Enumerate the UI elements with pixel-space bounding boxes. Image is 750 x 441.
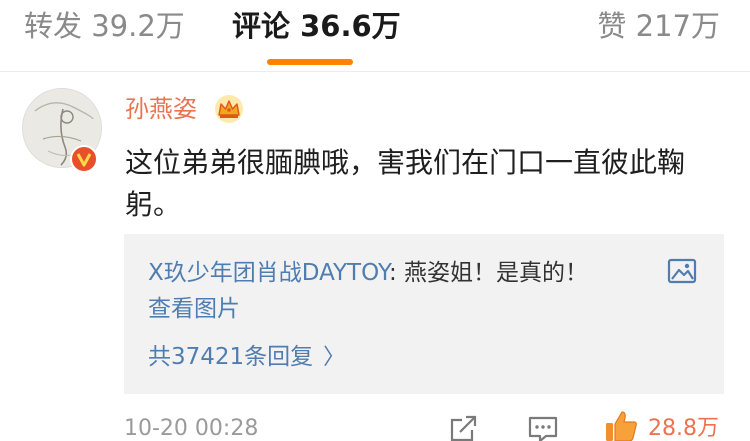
reply-content: : 燕姿姐！是真的！ xyxy=(388,260,589,286)
comment-tabs: 转发 39.2万 评论 36.6万 赞 217万 xyxy=(0,0,750,72)
reply-preview-box[interactable]: X玖少年团肖战DAYTOY: 燕姿姐！是真的！ 查看图片 共37421条回复〉 xyxy=(124,234,724,394)
thumbs-up-icon[interactable] xyxy=(603,408,639,441)
reply-author-link[interactable]: X玖少年团肖战DAYTOY xyxy=(148,260,389,286)
comment-timestamp: 10-20 00:28 xyxy=(124,416,259,441)
tabs-divider xyxy=(0,71,750,72)
image-icon[interactable] xyxy=(667,257,697,285)
view-replies-link[interactable]: 共37421条回复〉 xyxy=(148,340,345,375)
share-icon[interactable] xyxy=(446,414,480,441)
comment-bubble-icon[interactable] xyxy=(526,414,560,441)
reply-count-label: 共37421条回复 xyxy=(148,344,314,370)
tab-reposts[interactable]: 转发 39.2万 xyxy=(24,6,185,46)
chevron-right-icon: 〉 xyxy=(323,345,346,370)
like-count: 28.8万 xyxy=(648,416,719,441)
view-image-link[interactable]: 查看图片 xyxy=(148,292,240,326)
comment-username[interactable]: 孙燕姿 xyxy=(125,92,197,126)
comment-text: 这位弟弟很腼腆哦，害我们在门口一直彼此鞠躬。 xyxy=(125,146,686,221)
crown-icon[interactable] xyxy=(212,94,246,124)
reply-preview-line: X玖少年团肖战DAYTOY: 燕姿姐！是真的！ xyxy=(148,256,588,290)
verified-v-icon xyxy=(70,145,98,173)
tab-likes[interactable]: 赞 217万 xyxy=(597,6,720,46)
active-tab-indicator xyxy=(267,59,353,65)
tab-comments[interactable]: 评论 36.6万 xyxy=(232,6,401,46)
